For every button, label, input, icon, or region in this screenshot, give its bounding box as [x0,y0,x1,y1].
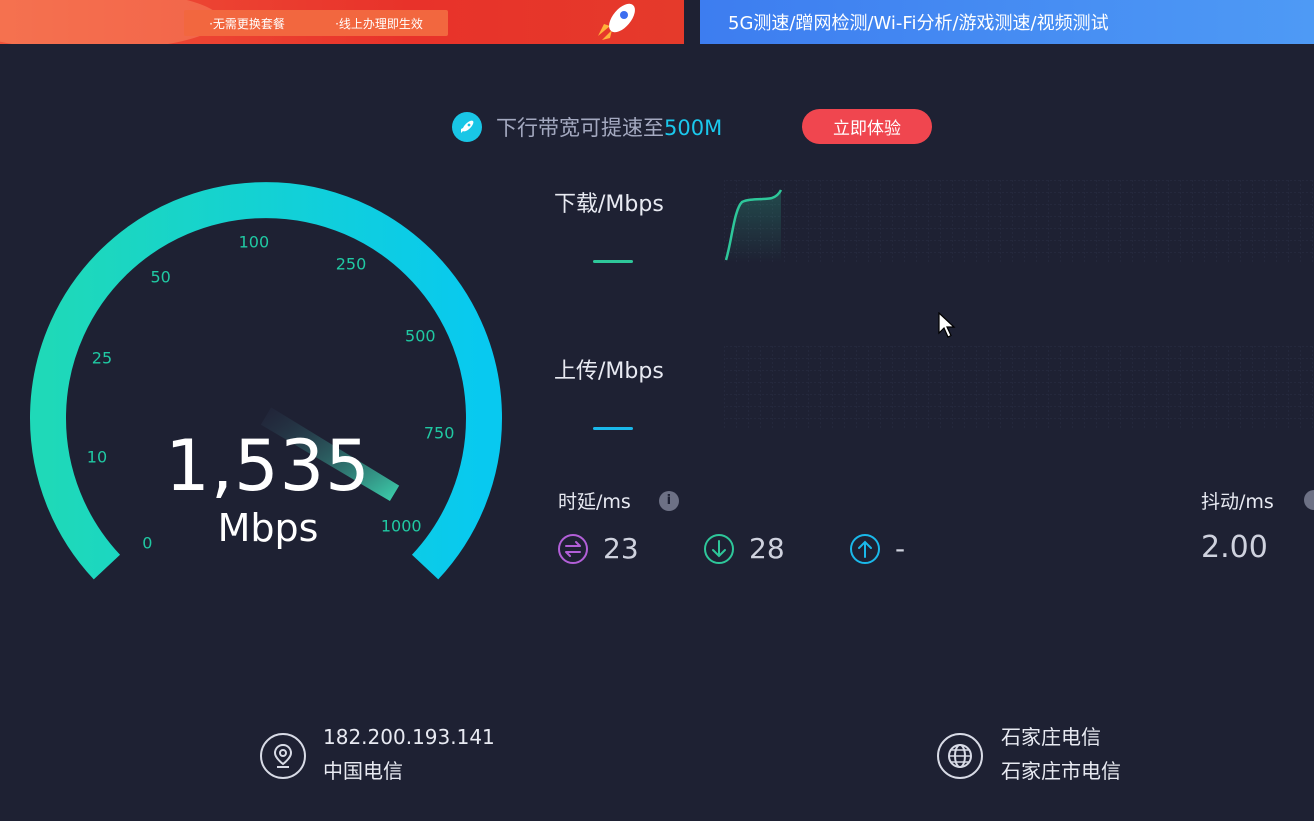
upload-arrow-icon [850,533,880,564]
gauge-tick-label: 1000 [380,516,422,535]
download-value-dash [593,260,633,263]
gauge-tick-label: 250 [335,254,367,274]
latency-idle: 23 [557,532,639,565]
gauge-tick-label: 100 [238,232,270,252]
upload-value-dash [593,427,633,430]
location-pin-icon [260,733,306,779]
rocket-icon [598,3,635,40]
chart-grid [724,346,1314,428]
latency-header: 时延/ms i [558,487,679,514]
speed-unit: Mbps [217,506,319,550]
promo-text: 下行带宽可提速至500M [496,112,722,142]
promo-banner-left[interactable]: ·无需更换套餐 ·线上办理即生效 [0,0,684,44]
gauge-tick-label: 10 [86,447,108,467]
promo-text-main: 下行带宽可提速至 [496,116,664,140]
gauge-tick-label: 500 [405,326,436,346]
jitter-label: 抖动/ms [1201,491,1274,513]
latency-download-value: 28 [749,532,785,565]
info-icon[interactable] [1304,490,1314,510]
latency-download: 28 [703,532,785,565]
globe-icon [937,733,983,779]
banner-tags: ·无需更换套餐 ·线上办理即生效 [184,10,448,36]
jitter-value: 2.00 [1201,530,1268,565]
gauge-tick-label: 750 [423,423,455,443]
upload-label: 上传/Mbps [554,359,664,384]
info-icon[interactable]: i [658,490,679,511]
upload-chart [724,346,1314,428]
download-chart [724,180,1314,262]
client-info: 182.200.193.141 中国电信 [323,720,495,788]
rocket-icon [452,112,482,142]
try-now-button[interactable]: 立即体验 [802,109,932,144]
banner-features-text: 5G测速/蹭网检测/Wi-Fi分析/游戏测速/视频测试 [728,13,1109,34]
server-name: 石家庄电信 [1001,725,1101,749]
mouse-cursor-icon [938,312,956,338]
speedup-promo: 下行带宽可提速至500M [452,110,722,144]
server-location: 石家庄市电信 [1001,759,1121,783]
banner-tag: ·线上办理即生效 [335,16,423,31]
latency-label: 时延/ms [558,491,631,513]
promo-banner-right[interactable]: 5G测速/蹭网检测/Wi-Fi分析/游戏测速/视频测试 [700,0,1314,44]
speed-value: 1,535 [165,425,371,507]
download-arrow-icon [704,533,734,564]
server-info[interactable]: 石家庄电信 石家庄市电信 [1001,720,1121,788]
client-ip: 182.200.193.141 [323,725,495,749]
swap-arrows-icon [558,533,588,564]
latency-upload: - [849,532,905,565]
latency-idle-value: 23 [603,532,639,565]
gauge-tick-label: 50 [150,267,171,287]
banner-tag: ·无需更换套餐 [209,16,285,31]
chart-grid [724,180,1314,262]
download-label: 下载/Mbps [554,192,664,217]
promo-highlight: 500M [664,116,723,140]
latency-upload-value: - [895,532,906,565]
gauge-tick-label: 0 [142,533,153,553]
gauge-tick-label: 25 [91,348,113,368]
client-isp: 中国电信 [323,759,403,783]
